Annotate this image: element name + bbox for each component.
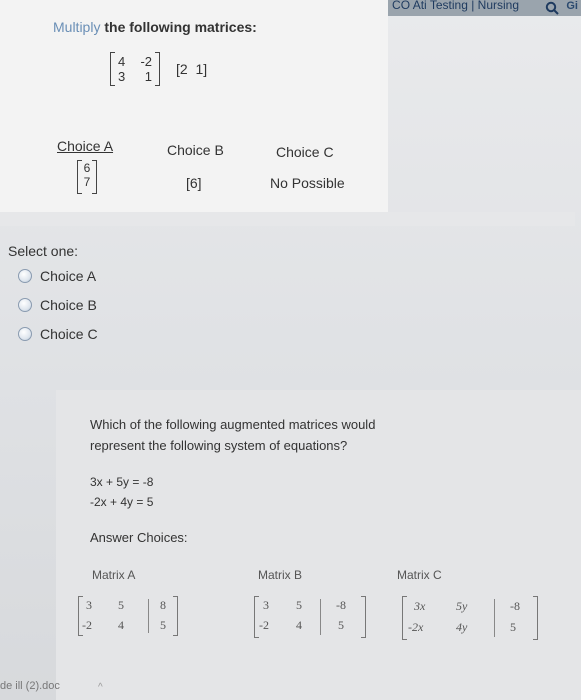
matrix-right: [2 1] xyxy=(176,61,207,77)
bracket-right xyxy=(173,596,178,636)
matrix-left: 4 -2 3 1 xyxy=(110,52,160,86)
choice-c-value: No Possible xyxy=(270,175,345,191)
question-1-title-rest: the following matrices: xyxy=(100,19,257,35)
choice-c-label: Choice C xyxy=(276,144,334,160)
radio-label[interactable]: Choice B xyxy=(40,297,97,313)
browser-tab-title[interactable]: CO Ati Testing | Nursing xyxy=(392,0,519,12)
radio-button[interactable] xyxy=(18,298,32,312)
bracket-left xyxy=(110,52,115,86)
radio-option-b[interactable]: Choice B xyxy=(18,297,97,313)
matrix-cell: 5y xyxy=(456,599,468,613)
answer-choices-label: Answer Choices: xyxy=(90,530,188,545)
matrix-cell: -2 xyxy=(140,54,152,69)
browser-tab-suffix[interactable]: Gi xyxy=(566,0,578,12)
matrix-cell: 3 xyxy=(118,69,126,84)
radio-label[interactable]: Choice C xyxy=(40,326,98,342)
chevron-up-icon[interactable]: ^ xyxy=(98,682,103,693)
radio-button[interactable] xyxy=(18,269,32,283)
bracket-right xyxy=(92,160,97,194)
augment-separator xyxy=(320,599,321,635)
equation-2: -2x + 4y = 5 xyxy=(90,495,154,509)
search-icon[interactable] xyxy=(545,1,559,15)
matrix-b-label: Matrix B xyxy=(258,568,303,582)
matrix-cell: 3 xyxy=(86,598,92,612)
choice-a-value: 6 7 xyxy=(77,160,97,194)
augmented-matrix-b: 3 5 -8 -2 4 5 xyxy=(254,596,366,638)
equation-1: 3x + 5y = -8 xyxy=(90,475,154,489)
matrix-cell: -2 xyxy=(82,618,92,632)
matrix-cell: 5 xyxy=(160,618,166,632)
matrix-cell: 4 xyxy=(296,618,302,632)
matrix-cell: 4y xyxy=(456,620,468,634)
radio-option-a[interactable]: Choice A xyxy=(18,268,96,284)
matrix-cell: -2x xyxy=(408,620,424,634)
matrix-cell: 5 xyxy=(118,598,124,612)
matrix-c-label: Matrix C xyxy=(397,568,442,582)
matrix-cell: 4 xyxy=(118,54,126,69)
matrix-cell: [2 xyxy=(176,61,188,77)
bracket-right xyxy=(155,52,160,86)
matrix-cell: 1] xyxy=(195,61,208,77)
question-1-title: Multiply the following matrices: xyxy=(53,19,257,35)
matrix-cell: -8 xyxy=(510,599,520,613)
choice-a-label: Choice A xyxy=(57,138,114,154)
matrix-cell: 3 xyxy=(263,598,269,612)
matrix-cell: 5 xyxy=(510,620,516,634)
augmented-matrix-c: 3x 5y -8 -2x 4y 5 xyxy=(402,596,538,640)
bracket-left xyxy=(77,160,82,194)
question-1-card-footer xyxy=(0,212,575,226)
question-2-line1: Which of the following augmented matrice… xyxy=(90,417,376,432)
matrix-a-label: Matrix A xyxy=(92,568,136,582)
augment-separator xyxy=(148,599,149,633)
bracket-left xyxy=(402,596,407,640)
matrix-cell: 5 xyxy=(296,598,302,612)
select-one-prompt: Select one: xyxy=(8,243,79,259)
bracket-right xyxy=(361,596,366,638)
matrix-cell: -8 xyxy=(336,598,346,612)
matrix-cell: 3x xyxy=(414,599,426,613)
question-2-card xyxy=(56,390,581,700)
matrix-cell: 4 xyxy=(118,618,124,632)
radio-button[interactable] xyxy=(18,327,32,341)
matrix-cell: 1 xyxy=(144,69,152,84)
choice-b-value: [6] xyxy=(186,175,202,191)
augmented-matrix-a: 3 5 8 -2 4 5 xyxy=(78,596,178,636)
radio-label[interactable]: Choice A xyxy=(40,268,96,284)
augment-separator xyxy=(494,599,495,637)
choice-b-label: Choice B xyxy=(167,142,224,158)
download-file-name[interactable]: de ill (2).doc xyxy=(0,680,60,692)
matrix-cell: -2 xyxy=(259,618,269,632)
matrix-cell: 5 xyxy=(338,618,344,632)
matrix-cell: 6 xyxy=(83,161,91,175)
question-1-title-faded: Multiply xyxy=(53,19,101,35)
question-2-line2: represent the following system of equati… xyxy=(90,438,348,453)
radio-option-c[interactable]: Choice C xyxy=(18,326,98,342)
matrix-cell: 8 xyxy=(160,598,166,612)
bracket-right xyxy=(533,596,538,640)
matrix-cell: 7 xyxy=(83,175,91,189)
